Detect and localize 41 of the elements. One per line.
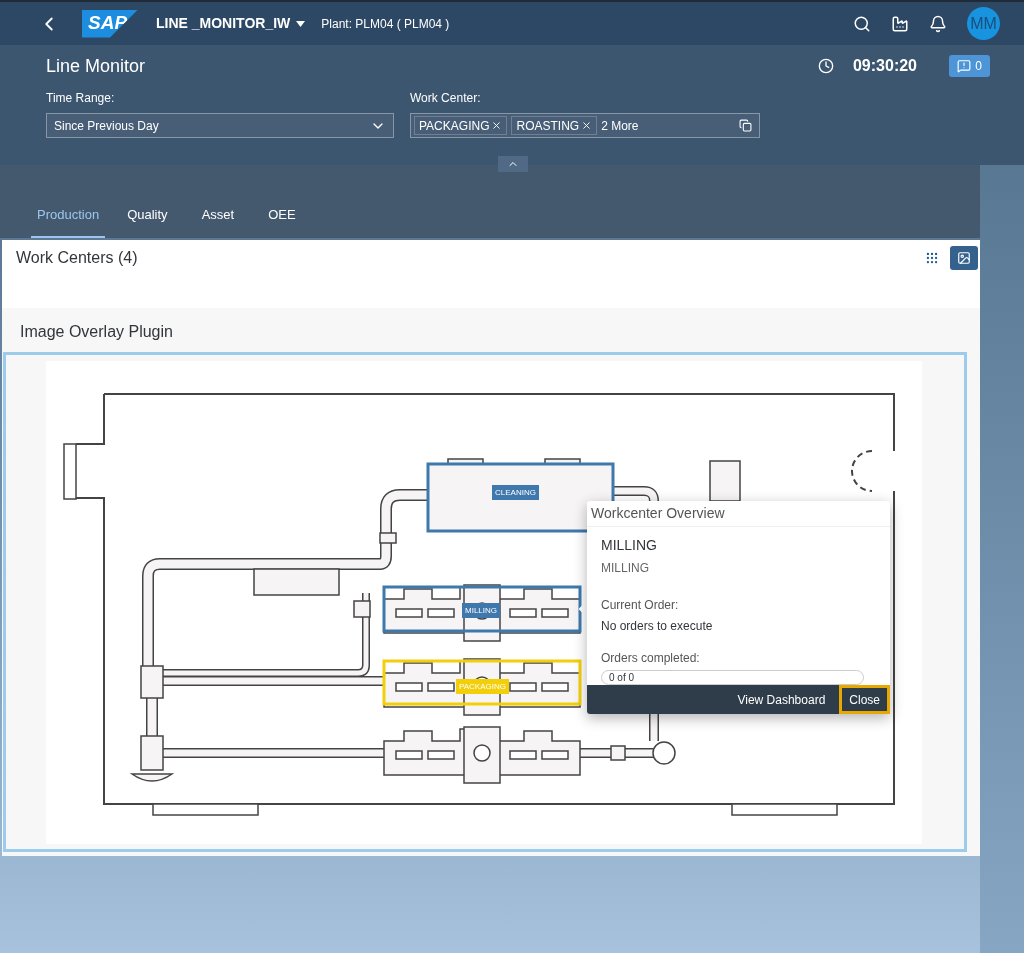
alert-icon xyxy=(957,59,972,73)
current-order-value: No orders to execute xyxy=(601,618,714,635)
field-label: Work Center: xyxy=(410,90,482,107)
factory-icon[interactable] xyxy=(891,14,909,33)
token[interactable]: PACKAGING xyxy=(414,116,508,135)
popover-title: Workcenter Overview xyxy=(587,501,890,527)
current-order-label: Current Order: xyxy=(601,597,680,614)
section-title: Work Centers (4) xyxy=(16,248,138,268)
tab[interactable]: Quality xyxy=(121,204,174,238)
plugin-title: Image Overlay Plugin xyxy=(20,322,174,342)
token[interactable]: ROASTING xyxy=(511,116,598,135)
clock-time: 09:30:20 xyxy=(852,56,917,76)
copy-icon xyxy=(739,119,752,132)
popover-button[interactable]: Close xyxy=(839,685,890,714)
app-title-menu[interactable]: LINE _MONITOR_IW xyxy=(156,13,306,34)
image-view-button[interactable] xyxy=(950,246,978,270)
work-center-field[interactable]: PACKAGING ROASTING 2 More xyxy=(410,113,760,138)
time-range-select[interactable]: Since Previous Day xyxy=(46,113,394,138)
caret-icon xyxy=(296,20,306,27)
search-icon[interactable] xyxy=(853,14,871,33)
tab[interactable]: Asset xyxy=(195,204,241,238)
tab[interactable]: OEE xyxy=(262,204,302,238)
remove-icon[interactable] xyxy=(581,120,593,131)
plant-label: Plant: PLM04 ( PLM04 ) xyxy=(321,15,450,33)
progress-text: 0 of 0 xyxy=(609,671,635,684)
work-center-name: MILLING xyxy=(601,536,658,555)
field-label: Time Range: xyxy=(46,90,116,107)
work-center-marker[interactable]: CLEANING xyxy=(492,485,539,500)
work-center-description: MILLING xyxy=(601,560,650,577)
image-icon xyxy=(957,251,971,265)
tab[interactable]: Production xyxy=(31,204,106,238)
clock-icon xyxy=(817,58,834,74)
orders-completed-label: Orders completed: xyxy=(601,650,701,667)
more-link[interactable]: 2 More xyxy=(601,116,639,135)
grid-icon xyxy=(925,251,939,265)
popover-button[interactable]: View Dashboard xyxy=(729,685,834,714)
work-center-marker[interactable]: MILLING xyxy=(462,603,500,618)
page-title: Line Monitor xyxy=(46,54,146,78)
bell-icon[interactable] xyxy=(929,14,947,33)
remove-icon[interactable] xyxy=(491,120,503,131)
logo: SAP xyxy=(82,9,138,38)
